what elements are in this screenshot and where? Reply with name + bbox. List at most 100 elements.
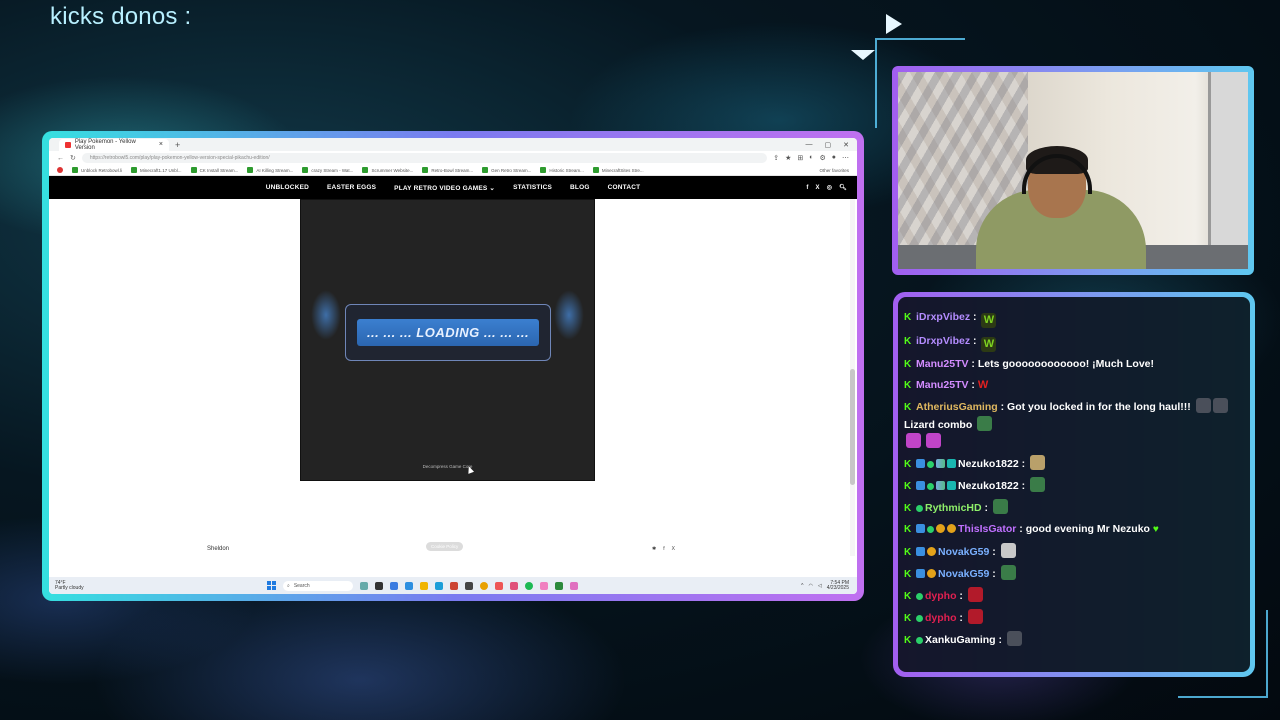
bookmark-icon: [72, 167, 78, 173]
nav-unblocked[interactable]: UNBLOCKED: [266, 184, 309, 191]
windows-start-icon[interactable]: [267, 581, 276, 590]
chat-text: Lets goooooooooooo! ¡Much Love!: [977, 358, 1154, 370]
webcam-frame: [892, 66, 1254, 275]
tab-close-icon[interactable]: ×: [159, 141, 163, 148]
browser-frame: Play Pokemon - Yellow Version × + — ▢ ✕ …: [42, 131, 864, 601]
footer-social-icon[interactable]: ✱: [652, 546, 656, 552]
badge-icon: [947, 459, 956, 468]
profile-avatar-icon[interactable]: ●: [832, 154, 836, 162]
chat-message: KiDrxpVibez : W: [904, 333, 1242, 352]
settings-icon[interactable]: ⚙: [819, 154, 825, 162]
badge-icon: [916, 593, 923, 600]
instagram-icon[interactable]: ◎: [827, 184, 832, 191]
refresh-icon[interactable]: ↻: [70, 154, 76, 162]
taskbar-app-icon[interactable]: [375, 581, 383, 590]
nav-statistics[interactable]: STATISTICS: [513, 184, 552, 191]
heart-emote-icon: ♥: [1152, 524, 1159, 535]
taskbar-app-icon[interactable]: [405, 581, 413, 590]
bookmark-icon: [422, 167, 429, 173]
spotify-icon[interactable]: [525, 581, 533, 590]
maximize-icon[interactable]: ▢: [825, 141, 832, 149]
other-favorites[interactable]: Other favorites: [819, 168, 849, 173]
chat-message: K RythmicHD :: [904, 499, 1242, 517]
kick-logo-icon: K: [904, 613, 912, 624]
edge-browser-icon[interactable]: [435, 581, 443, 590]
bookmark-item[interactable]: Unblock Retrobowl.li: [72, 167, 122, 173]
taskbar-app-icon[interactable]: [465, 581, 473, 590]
facebook-icon[interactable]: f: [806, 185, 808, 191]
game-canvas[interactable]: ... ... ... LOADING ... ... ... Decompre…: [300, 199, 595, 481]
browser-tab[interactable]: Play Pokemon - Yellow Version ×: [59, 138, 169, 151]
emote-icon: [967, 609, 983, 624]
taskbar-app-icon[interactable]: [390, 581, 398, 590]
share-icon[interactable]: ⇪: [773, 154, 779, 162]
taskbar-app-icon[interactable]: [360, 581, 368, 590]
bookmark-item[interactable]: Minecraft1.17 Unbl...: [131, 167, 182, 173]
url-field[interactable]: https://retrobowl5.com/play/play-pokemon…: [81, 153, 768, 163]
search-icon[interactable]: 🔍︎: [839, 184, 847, 191]
chat-username: dypho: [925, 612, 957, 624]
bookmark-item[interactable]: Retro-Bowl Stream...: [422, 167, 473, 173]
bookmark-item[interactable]: CK Install Stream...: [190, 167, 238, 173]
network-icon[interactable]: ◠: [809, 583, 813, 589]
badge-icon: [916, 505, 923, 512]
emote-icon: [1000, 543, 1016, 558]
site-navbar: UNBLOCKED EASTER EGGS PLAY RETRO VIDEO G…: [49, 176, 857, 199]
xbox-icon[interactable]: [555, 581, 563, 590]
chat-message: K ThisIsGator : good evening Mr Nezuko ♥: [904, 523, 1159, 535]
bookmark-item[interactable]: Historic Stream...: [540, 167, 584, 173]
page-scrollbar[interactable]: [850, 199, 855, 556]
badge-icon: [936, 524, 945, 533]
cookie-policy-button[interactable]: Cookie Policy: [426, 542, 464, 551]
scroll-thumb[interactable]: [850, 369, 855, 485]
back-icon[interactable]: ←: [57, 155, 64, 162]
bookmark-label: Unblock Retrobowl.li: [81, 167, 123, 173]
star-icon[interactable]: ★: [785, 154, 791, 162]
x-icon[interactable]: X: [816, 185, 820, 191]
chrome-icon[interactable]: [480, 581, 488, 590]
tray-chevron-icon[interactable]: ^: [801, 583, 803, 589]
bookmark-icon: [190, 167, 197, 173]
menu-icon[interactable]: ⋯: [842, 154, 849, 162]
bookmark-label: MinecraftSites Stre...: [601, 167, 644, 173]
badge-icon: [936, 459, 945, 468]
bookmark-item[interactable]: [57, 167, 63, 173]
kick-logo-icon: K: [904, 312, 912, 323]
bookmark-icon: [247, 167, 254, 173]
weather-widget[interactable]: 74°F Partly cloudy: [55, 580, 115, 591]
clock[interactable]: 7:54 PM 4/23/2025: [827, 580, 849, 591]
taskbar-app-icon[interactable]: [495, 581, 503, 590]
taskbar-app-icon[interactable]: [570, 581, 578, 590]
bookmark-item[interactable]: AI Killing Stream...: [247, 167, 293, 173]
nav-easter-eggs[interactable]: EASTER EGGS: [327, 184, 376, 191]
taskbar-app-icon[interactable]: [450, 581, 458, 590]
taskbar-app-icon[interactable]: [540, 581, 548, 590]
nav-play-retro-games[interactable]: PLAY RETRO VIDEO GAMES ⌄: [394, 184, 495, 192]
file-explorer-icon[interactable]: [420, 581, 428, 590]
new-tab-icon[interactable]: +: [175, 140, 180, 150]
kick-logo-icon: K: [904, 635, 912, 646]
badge-icon: [916, 615, 923, 622]
bookmark-item[interactable]: Scrummer Website...: [362, 167, 413, 173]
nav-blog[interactable]: BLOG: [570, 184, 590, 191]
badge-icon: [927, 461, 934, 468]
bookmark-item[interactable]: Gen Retro Stream...: [482, 167, 531, 173]
footer-facebook-icon[interactable]: f: [663, 546, 664, 552]
badge-icon: [927, 483, 934, 490]
emote-red-w-icon: W: [977, 379, 989, 391]
taskbar-search[interactable]: ⌕ Search: [283, 580, 353, 591]
extension-icon[interactable]: ⊞: [797, 154, 803, 162]
extension-icon[interactable]: ◐: [809, 154, 813, 162]
badge-icon: [916, 459, 925, 468]
emote-icon: [1030, 477, 1046, 492]
nav-contact[interactable]: CONTACT: [608, 184, 641, 191]
close-window-icon[interactable]: ✕: [843, 141, 849, 149]
volume-icon[interactable]: ◁: [818, 583, 822, 589]
bookmark-item[interactable]: MinecraftSites Stre...: [592, 167, 644, 173]
bookmark-item[interactable]: crazy Stream - Wat...: [302, 167, 353, 173]
decompress-status: Decompress Game Core: [422, 464, 473, 469]
minimize-icon[interactable]: —: [806, 141, 813, 149]
taskbar-app-icon[interactable]: [510, 581, 518, 590]
emote-icon: [967, 587, 983, 602]
footer-x-icon[interactable]: X: [672, 546, 675, 552]
